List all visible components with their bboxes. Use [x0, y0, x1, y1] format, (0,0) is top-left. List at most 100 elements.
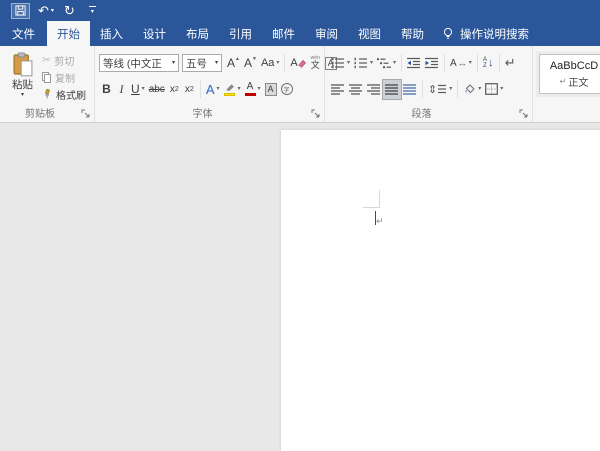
undo-dropdown-icon[interactable]: ▾ — [51, 8, 54, 14]
align-center-icon — [349, 84, 363, 95]
paragraph-row-2: ⇕ ▾ ▾ — [329, 79, 505, 99]
tab-file[interactable]: 文件 — [0, 21, 47, 46]
chevron-down-icon: ▾ — [238, 86, 241, 92]
grow-font-letter: A — [227, 56, 235, 70]
sort-button[interactable]: A Z ↓ — [481, 54, 496, 73]
align-right-button[interactable] — [365, 80, 383, 99]
left-right-arrow-icon: ↔ — [458, 58, 467, 68]
tab-review[interactable]: 审阅 — [305, 21, 348, 46]
tab-help[interactable]: 帮助 — [391, 21, 434, 46]
paragraph-dialog-launcher[interactable] — [519, 109, 529, 119]
clipboard-group: 粘贴 ▾ ✂ 剪切 复制 格式刷 剪贴板 — [0, 46, 95, 122]
chevron-down-icon: ▾ — [449, 86, 452, 92]
font-group: 等线 (中文正 ▾ 五号 ▾ A ▲ A ▼ Aa ▾ A — [95, 46, 325, 122]
format-painter-button[interactable]: 格式刷 — [42, 88, 86, 101]
paragraph-end-mark: ↵ — [376, 216, 384, 227]
subscript-button[interactable]: x2 — [167, 80, 182, 99]
shrink-font-button[interactable]: A ▼ — [242, 54, 259, 73]
change-case-button[interactable]: Aa ▾ — [259, 54, 281, 73]
text-effects-button[interactable]: A ▾ — [204, 80, 222, 99]
enclose-characters-button[interactable]: 字 — [279, 80, 295, 99]
tell-me-search[interactable]: 操作说明搜索 — [442, 21, 529, 46]
margin-crop-mark-vertical — [379, 190, 380, 207]
save-icon — [15, 5, 26, 16]
font-name-combobox[interactable]: 等线 (中文正 ▾ — [99, 54, 179, 72]
align-left-button[interactable] — [329, 80, 347, 99]
separator — [444, 54, 445, 72]
multilevel-list-icon — [377, 57, 391, 69]
separator — [457, 80, 458, 98]
bullets-button[interactable]: ▾ — [329, 54, 352, 73]
tab-view[interactable]: 视图 — [348, 21, 391, 46]
increase-indent-icon — [425, 57, 439, 69]
distribute-button[interactable] — [401, 80, 419, 99]
subscript-mark: 2 — [175, 86, 179, 93]
clipboard-dialog-launcher[interactable] — [81, 109, 91, 119]
font-name-value: 等线 (中文正 — [103, 56, 162, 71]
paragraph-group: ▾ ▾ ▾ — [325, 46, 533, 122]
phonetic-guide-button[interactable]: wén 文 — [308, 54, 323, 73]
chevron-down-icon: ▾ — [172, 60, 175, 66]
copy-button[interactable]: 复制 — [42, 71, 86, 84]
superscript-button[interactable]: x2 — [182, 80, 197, 99]
justify-button[interactable] — [383, 80, 401, 99]
bullets-icon — [331, 57, 345, 69]
font-row-2: B I U ▾ abc x2 x2 A ▾ — [99, 79, 295, 99]
italic-button[interactable]: I — [114, 80, 129, 99]
tab-design[interactable]: 设计 — [133, 21, 176, 46]
save-button[interactable] — [11, 3, 30, 19]
strikethrough-button[interactable]: abc — [147, 80, 167, 99]
tab-mailings[interactable]: 邮件 — [262, 21, 305, 46]
bold-button[interactable]: B — [99, 80, 114, 99]
text-highlight-button[interactable]: ▾ — [222, 80, 243, 99]
font-dialog-launcher[interactable] — [311, 109, 321, 119]
multilevel-list-button[interactable]: ▾ — [375, 54, 398, 73]
decrease-indent-button[interactable] — [405, 54, 423, 73]
numbering-button[interactable]: ▾ — [352, 54, 375, 73]
phonetic-char: 文 — [311, 61, 320, 70]
font-color-button[interactable]: A ▾ — [243, 80, 263, 99]
paragraph-group-label: 段落 — [325, 105, 518, 120]
chevron-down-icon: ▾ — [276, 60, 279, 66]
document-page[interactable]: ↵ — [281, 130, 600, 451]
style-normal-card[interactable]: AaBbCcD ↵ 正文 — [539, 54, 600, 94]
paint-bucket-icon — [463, 83, 476, 95]
increase-indent-button[interactable] — [423, 54, 441, 73]
style-preview-text: AaBbCcD — [550, 60, 598, 72]
tab-references[interactable]: 引用 — [219, 21, 262, 46]
paste-dropdown-icon[interactable]: ▾ — [21, 92, 24, 98]
redo-button[interactable]: ↻ — [62, 3, 77, 19]
tab-layout[interactable]: 布局 — [176, 21, 219, 46]
sort-letter-z: Z — [483, 63, 487, 69]
font-size-combobox[interactable]: 五号 ▾ — [182, 54, 222, 72]
borders-button[interactable]: ▾ — [483, 80, 505, 99]
underline-button[interactable]: U ▾ — [129, 80, 147, 99]
character-shading-button[interactable]: A — [263, 80, 279, 99]
quick-access-toolbar: ↶ ▾ ↻ ▾ — [11, 3, 100, 19]
tab-home[interactable]: 开始 — [47, 21, 90, 46]
show-hide-marks-button[interactable]: ↵ — [503, 54, 518, 73]
asian-layout-letter: A — [450, 58, 457, 69]
font-size-value: 五号 — [186, 56, 207, 71]
separator — [200, 80, 201, 98]
redo-icon: ↻ — [64, 4, 75, 17]
chevron-down-icon: ▾ — [258, 86, 261, 92]
font-color-letter: A — [247, 82, 254, 92]
tab-insert[interactable]: 插入 — [90, 21, 133, 46]
up-down-arrow-icon: ⇕ — [428, 83, 437, 96]
shading-button[interactable]: ▾ — [461, 80, 483, 99]
grow-font-button[interactable]: A ▲ — [225, 54, 242, 73]
paste-clipboard-icon — [12, 52, 34, 77]
paragraph-mark-icon: ↵ — [505, 55, 516, 71]
paste-button[interactable]: 粘贴 ▾ — [6, 52, 39, 98]
undo-button[interactable]: ↶ ▾ — [38, 3, 54, 19]
align-center-button[interactable] — [347, 80, 365, 99]
line-spacing-button[interactable]: ⇕ ▾ — [426, 80, 454, 99]
clear-formatting-button[interactable]: A — [288, 54, 307, 73]
ribbon: 粘贴 ▾ ✂ 剪切 复制 格式刷 剪贴板 — [0, 46, 600, 123]
paragraph-row-1: ▾ ▾ ▾ — [329, 53, 518, 73]
asian-layout-button[interactable]: A ↔ ▾ — [448, 54, 474, 73]
customize-qat-button[interactable]: ▾ — [85, 3, 100, 19]
cut-button[interactable]: ✂ 剪切 — [42, 54, 86, 67]
borders-grid-icon — [485, 83, 498, 95]
